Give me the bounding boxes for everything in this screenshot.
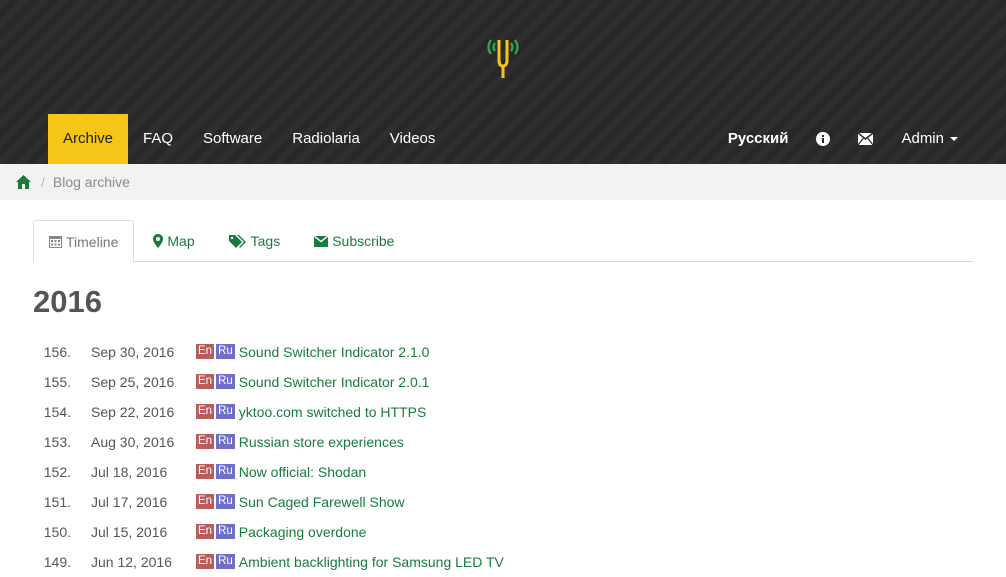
flag-en[interactable]: En bbox=[196, 464, 215, 479]
language-flags: En Ru bbox=[196, 524, 235, 540]
home-icon[interactable] bbox=[16, 175, 31, 189]
nav-item-radiolaria[interactable]: Radiolaria bbox=[277, 114, 375, 164]
post-title-link[interactable]: yktoo.com switched to HTTPS bbox=[239, 404, 427, 420]
post-number: 152. bbox=[43, 464, 71, 480]
info-link[interactable] bbox=[802, 114, 844, 164]
tab-timeline-label: Timeline bbox=[66, 233, 119, 250]
tags-icon bbox=[228, 234, 246, 248]
post-title-link[interactable]: Sound Switcher Indicator 2.1.0 bbox=[239, 344, 430, 360]
post-number: 154. bbox=[43, 404, 71, 420]
flag-en[interactable]: En bbox=[196, 554, 215, 569]
tab-subscribe[interactable]: Subscribe bbox=[299, 220, 409, 262]
post-date: Jun 12, 2016 bbox=[91, 554, 172, 570]
list-item: 155. Sep 25, 2016 En Ru Sound Switcher Indic… bbox=[33, 367, 973, 397]
flag-en[interactable]: En bbox=[196, 374, 215, 389]
language-flags: En Ru bbox=[196, 374, 235, 390]
list-item: 152. Jul 18, 2016 En Ru Now official: Shodan bbox=[33, 457, 973, 487]
flag-ru[interactable]: Ru bbox=[216, 344, 235, 359]
tab-tags[interactable]: Tags bbox=[214, 220, 296, 262]
calendar-icon bbox=[49, 236, 62, 248]
list-item: 151. Jul 17, 2016 En Ru Sun Caged Farewell S… bbox=[33, 487, 973, 517]
post-date: Aug 30, 2016 bbox=[91, 434, 175, 450]
flag-ru[interactable]: Ru bbox=[216, 524, 235, 539]
info-icon bbox=[816, 132, 831, 147]
post-date: Sep 30, 2016 bbox=[91, 344, 175, 360]
flag-ru[interactable]: Ru bbox=[216, 434, 235, 449]
admin-dropdown[interactable]: Admin bbox=[887, 114, 972, 164]
flag-en[interactable]: En bbox=[196, 404, 215, 419]
post-number: 156. bbox=[43, 344, 71, 360]
contact-link[interactable] bbox=[844, 114, 887, 164]
nav-item-software[interactable]: Software bbox=[188, 114, 277, 164]
post-title-link[interactable]: Packaging overdone bbox=[239, 524, 367, 540]
flag-ru[interactable]: Ru bbox=[216, 404, 235, 419]
admin-label: Admin bbox=[901, 130, 944, 147]
envelope-icon bbox=[858, 133, 874, 146]
main-nav: Archive FAQ Software Radiolaria Videos bbox=[48, 114, 450, 164]
flag-ru[interactable]: Ru bbox=[216, 464, 235, 479]
flag-ru[interactable]: Ru bbox=[216, 374, 235, 389]
post-title-link[interactable]: Ambient backlighting for Samsung LED TV bbox=[239, 554, 504, 570]
language-flags: En Ru bbox=[196, 464, 235, 480]
archive-tabs: Timeline Map Tags Subscribe bbox=[33, 220, 973, 263]
envelope-icon bbox=[314, 235, 329, 247]
post-date: Jul 17, 2016 bbox=[91, 494, 168, 510]
post-title-link[interactable]: Now official: Shodan bbox=[239, 464, 366, 480]
site-header: Archive FAQ Software Radiolaria Videos Русск… bbox=[0, 0, 1006, 164]
language-flags: En Ru bbox=[196, 494, 235, 510]
post-number: 153. bbox=[43, 434, 71, 450]
language-flags: En Ru bbox=[196, 404, 235, 420]
post-date: Sep 22, 2016 bbox=[91, 404, 175, 420]
map-marker-icon bbox=[153, 234, 164, 248]
flag-ru[interactable]: Ru bbox=[216, 554, 235, 569]
list-item: 154. Sep 22, 2016 En Ru yktoo.com switched t… bbox=[33, 397, 973, 427]
tab-map[interactable]: Map bbox=[138, 220, 209, 262]
flag-en[interactable]: En bbox=[196, 524, 215, 539]
flag-en[interactable]: En bbox=[196, 494, 215, 509]
post-date: Jul 18, 2016 bbox=[91, 464, 168, 480]
post-date: Jul 15, 2016 bbox=[91, 524, 168, 540]
breadcrumb-separator: / bbox=[41, 174, 45, 190]
secondary-nav: Русский Admin bbox=[714, 114, 972, 164]
tab-timeline[interactable]: Timeline bbox=[33, 220, 135, 263]
breadcrumb: / Blog archive bbox=[0, 164, 1006, 200]
tab-tags-label: Tags bbox=[250, 233, 281, 249]
tuning-fork-logo-icon[interactable] bbox=[485, 34, 521, 80]
language-link[interactable]: Русский bbox=[714, 114, 803, 164]
nav-item-videos[interactable]: Videos bbox=[375, 114, 451, 164]
post-title-link[interactable]: Sound Switcher Indicator 2.0.1 bbox=[239, 374, 430, 390]
year-heading: 2016 bbox=[33, 284, 102, 319]
language-flags: En Ru bbox=[196, 344, 235, 360]
post-title-link[interactable]: Russian store experiences bbox=[239, 434, 404, 450]
post-number: 149. bbox=[43, 554, 71, 570]
nav-item-archive[interactable]: Archive bbox=[48, 114, 129, 164]
nav-item-faq[interactable]: FAQ bbox=[128, 114, 188, 164]
flag-en[interactable]: En bbox=[196, 434, 215, 449]
language-flags: En Ru bbox=[196, 554, 235, 570]
list-item: 150. Jul 15, 2016 En Ru Packaging overdone bbox=[33, 517, 973, 547]
flag-ru[interactable]: Ru bbox=[216, 494, 235, 509]
language-flags: En Ru bbox=[196, 434, 235, 450]
tab-subscribe-label: Subscribe bbox=[332, 233, 395, 249]
breadcrumb-current: Blog archive bbox=[52, 174, 130, 190]
post-title-link[interactable]: Sun Caged Farewell Show bbox=[239, 494, 405, 510]
post-number: 150. bbox=[43, 524, 71, 540]
flag-en[interactable]: En bbox=[196, 344, 215, 359]
list-item: 149. Jun 12, 2016 En Ru Ambient backlighting… bbox=[33, 547, 973, 577]
caret-down-icon bbox=[950, 137, 958, 142]
list-item: 156. Sep 30, 2016 En Ru Sound Switcher Indic… bbox=[33, 337, 973, 367]
post-list: 156. Sep 30, 2016 En Ru Sound Switcher Indic… bbox=[33, 337, 973, 577]
post-number: 155. bbox=[43, 374, 71, 390]
tab-map-label: Map bbox=[167, 233, 195, 249]
post-date: Sep 25, 2016 bbox=[91, 374, 175, 390]
post-number: 151. bbox=[43, 494, 71, 510]
list-item: 153. Aug 30, 2016 En Ru Russian store experi… bbox=[33, 427, 973, 457]
